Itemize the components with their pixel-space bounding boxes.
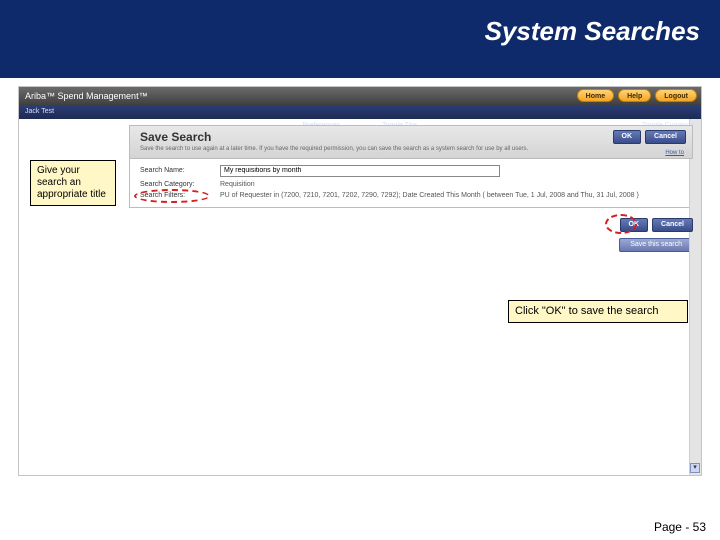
panel-top-buttons: OK Cancel [613, 130, 686, 144]
row-filters: Search Filters: PU of Requester in (7200… [140, 192, 682, 199]
logout-button[interactable]: Logout [655, 89, 697, 102]
search-name-input[interactable] [220, 165, 500, 177]
save-search-panel: Save Search Save the search to use again… [129, 125, 693, 208]
ok-button-top[interactable]: OK [613, 130, 642, 144]
brand-buttons: Home Help Logout [577, 89, 697, 102]
brand-text: Ariba™ Spend Management™ [25, 91, 148, 101]
howto-link[interactable]: How to [665, 150, 684, 156]
panel-title: Save Search [140, 130, 686, 144]
cancel-button-bottom[interactable]: Cancel [652, 218, 693, 232]
value-category: Requisition [220, 181, 255, 188]
secondary-button-row: OK Cancel [19, 218, 693, 232]
scroll-down-icon[interactable]: ▾ [690, 463, 700, 473]
title-banner: System Searches [0, 0, 720, 78]
slide-title: System Searches [485, 16, 700, 47]
page-number: Page - 53 [654, 520, 706, 534]
panel-header: Save Search Save the search to use again… [129, 125, 693, 159]
nav-user: Jack Test [25, 108, 54, 115]
cancel-button-top[interactable]: Cancel [645, 130, 686, 144]
form-area: Search Name: Search Category: Requisitio… [129, 159, 693, 208]
nav-bar: Jack Test Preferences Toggle Tips Toggle… [19, 105, 701, 119]
save-query-row: Save this search [19, 238, 693, 252]
help-button[interactable]: Help [618, 89, 651, 102]
save-query-button[interactable]: Save this search [619, 238, 693, 252]
label-filters: Search Filters: [140, 192, 210, 199]
label-category: Search Category: [140, 181, 210, 188]
ok-button-bottom[interactable]: OK [620, 218, 649, 232]
home-button[interactable]: Home [577, 89, 614, 102]
value-filters: PU of Requester in (7200, 7210, 7201, 72… [220, 192, 639, 199]
row-search-name: Search Name: [140, 165, 682, 177]
slide-root: System Searches ▾ Ariba™ Spend Managemen… [0, 0, 720, 540]
label-search-name: Search Name: [140, 167, 210, 174]
row-category: Search Category: Requisition [140, 181, 682, 188]
callout-ok-hint: Click "OK" to save the search [508, 300, 688, 323]
app-window: ▾ Ariba™ Spend Management™ Home Help Log… [18, 86, 702, 476]
brand-bar: Ariba™ Spend Management™ Home Help Logou… [19, 87, 701, 105]
callout-title-hint: Give your search an appropriate title [30, 160, 116, 206]
panel-desc: Save the search to use again at a later … [140, 146, 530, 154]
